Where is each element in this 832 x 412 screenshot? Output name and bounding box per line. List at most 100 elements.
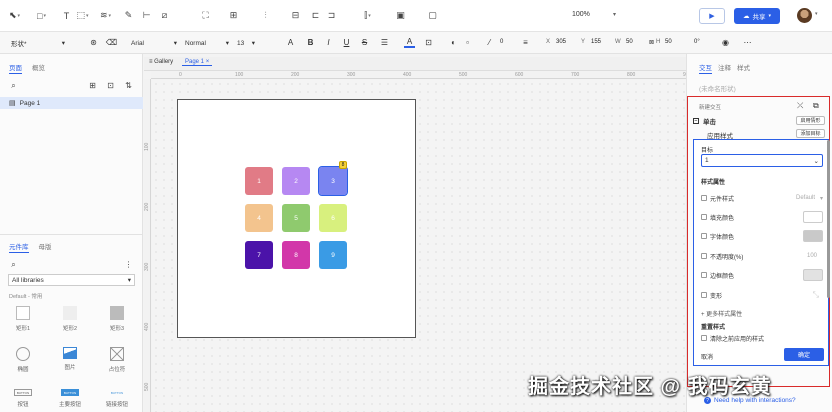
fill-picture-icon[interactable]: ⊡	[423, 37, 434, 48]
add-target-button[interactable]: 添加目标	[796, 129, 825, 138]
weight-select[interactable]: Normal ▾	[182, 36, 232, 50]
search-icon[interactable]: ⌕	[9, 260, 18, 269]
align-right-icon[interactable]: ⊐	[326, 10, 337, 21]
shape-name-input[interactable]: (未命名形状)	[699, 83, 736, 93]
shape-link-button[interactable]: BUTTON 链接按钮	[99, 389, 135, 409]
shape-rect1[interactable]: 矩形1	[5, 306, 41, 332]
lock-icon[interactable]: ⊟	[290, 10, 301, 21]
layers-tool-icon[interactable]: ≋ ▾	[100, 10, 111, 21]
transform-icon[interactable]: ⤡	[813, 290, 819, 300]
more-vertical-icon[interactable]: ⋮	[124, 260, 133, 269]
minus-icon[interactable]: −	[693, 118, 699, 124]
grid-cell[interactable]: 1	[245, 167, 273, 195]
zoom-level[interactable]: 100%	[572, 11, 590, 18]
event-row[interactable]: − 单击	[693, 116, 716, 126]
shape-button[interactable]: BUTTON 按钮	[5, 389, 41, 408]
text-tool-icon[interactable]: T	[61, 10, 72, 21]
checkbox[interactable]	[701, 253, 707, 259]
widget-style-select[interactable]: Default	[796, 195, 815, 201]
checkbox[interactable]	[701, 335, 707, 341]
x-input[interactable]: 305	[556, 39, 566, 45]
style-manage-icon[interactable]: ⊛	[88, 37, 99, 48]
pen-tool-icon[interactable]: ✎	[123, 10, 134, 21]
checkbox[interactable]	[701, 292, 707, 298]
group-icon[interactable]: ⊞	[228, 10, 239, 21]
font-color-swatch[interactable]	[803, 230, 823, 242]
preview-button[interactable]: ▶	[699, 8, 725, 24]
target-select[interactable]: 1 ⌄	[701, 154, 823, 167]
grid-cell[interactable]: 5	[282, 204, 310, 232]
grid-cell[interactable]: 8	[282, 241, 310, 269]
confirm-button[interactable]: 确定	[784, 348, 824, 361]
tab-page-1[interactable]: Page 1 ×	[182, 59, 213, 66]
text-style-icon[interactable]: A	[285, 37, 296, 48]
format-painter-icon[interactable]: ⌫	[106, 37, 117, 48]
library-select[interactable]: All libraries ▾	[8, 274, 135, 286]
prop-opacity[interactable]: 不透明度(%) 100	[701, 250, 823, 262]
shape-primary-button[interactable]: BUTTON 主要按钮	[52, 389, 88, 408]
list-icon[interactable]: ☰	[379, 37, 390, 48]
checkbox[interactable]	[701, 233, 707, 239]
zoom-caret-icon[interactable]: ▾	[613, 11, 616, 18]
tab-outline[interactable]: 概览	[32, 62, 45, 74]
strikethrough-icon[interactable]: S	[359, 37, 370, 48]
border-width-value[interactable]: 0	[500, 39, 503, 45]
enable-case-button[interactable]: 启用情形	[796, 116, 825, 125]
collapse-icon[interactable]: ⤫	[797, 101, 803, 111]
reset-option[interactable]: 清除之前应用的样式	[701, 332, 823, 344]
visibility-icon[interactable]: ◉	[720, 37, 731, 48]
tab-interactions[interactable]: 交互	[699, 62, 712, 74]
add-page-icon[interactable]: ⊞	[88, 81, 97, 90]
note-tool-icon[interactable]: ⧄	[159, 10, 170, 21]
checkbox[interactable]	[701, 195, 707, 201]
close-icon[interactable]: ×	[206, 59, 210, 65]
prop-border-color[interactable]: 边框颜色	[701, 269, 823, 281]
grid-cell[interactable]: 3	[318, 166, 348, 196]
underline-icon[interactable]: U	[341, 37, 352, 48]
avatar-caret-icon[interactable]: ▾	[815, 11, 818, 17]
rotation-input[interactable]: 0°	[694, 39, 700, 45]
shape-image[interactable]: 图片	[52, 347, 88, 371]
prop-widget-style[interactable]: 元件样式 Default ▾	[701, 192, 823, 204]
prop-transform[interactable]: 变形 ⤡	[701, 289, 823, 301]
align-left-icon[interactable]: ⊏	[310, 10, 321, 21]
more-props-link[interactable]: + 更多样式属性	[701, 309, 742, 318]
hotspot-tool-icon[interactable]: ⬚ ▾	[76, 10, 88, 21]
expand-icon[interactable]: ⧉	[813, 101, 819, 111]
fill-color-swatch[interactable]	[803, 211, 823, 223]
sort-icon[interactable]: ⇅	[124, 81, 133, 90]
w-input[interactable]: 50	[626, 39, 633, 45]
page-item[interactable]: ▤ Page 1	[0, 97, 143, 109]
grid-cell[interactable]: 7	[245, 241, 273, 269]
tab-style[interactable]: 样式	[737, 62, 750, 74]
add-folder-icon[interactable]: ⊡	[106, 81, 115, 90]
crop-icon[interactable]: ⛶	[200, 10, 211, 21]
grid-cell[interactable]: 4	[245, 204, 273, 232]
font-color-icon[interactable]: A	[404, 37, 415, 48]
tab-gallery[interactable]: ≡ Gallery	[146, 59, 176, 65]
border-color-icon[interactable]: ⁄	[484, 37, 495, 48]
cancel-button[interactable]: 取消	[701, 352, 713, 361]
prop-font-color[interactable]: 字体颜色	[701, 230, 823, 242]
bold-icon[interactable]: B	[305, 37, 316, 48]
shape-rect2[interactable]: 矩形2	[52, 306, 88, 332]
connector-tool-icon[interactable]: ⊢	[141, 10, 152, 21]
shape-placeholder[interactable]: 占位符	[99, 347, 135, 373]
grid-cell[interactable]: 9	[319, 241, 347, 269]
tab-pages[interactable]: 页面	[9, 62, 22, 74]
shadow-icon[interactable]: ▫	[462, 37, 473, 48]
prop-fill-color[interactable]: 填充颜色	[701, 211, 823, 223]
avatar[interactable]	[797, 8, 812, 23]
checkbox[interactable]	[701, 272, 707, 278]
share-button[interactable]: ☁ 共享 ▾	[734, 8, 780, 24]
more-icon[interactable]: ⋯	[742, 37, 753, 48]
border-color-swatch[interactable]	[803, 269, 823, 281]
grid-cell[interactable]: 2	[282, 167, 310, 195]
opacity-input[interactable]: 100	[807, 253, 817, 259]
scrollbar[interactable]	[827, 140, 830, 298]
rectangle-tool-icon[interactable]: □ ▾	[36, 10, 47, 21]
search-icon[interactable]: ⌕	[9, 81, 18, 90]
distribute-icon[interactable]: ⫶	[260, 10, 271, 21]
y-input[interactable]: 155	[591, 39, 601, 45]
front-icon[interactable]: ▣	[395, 10, 406, 21]
